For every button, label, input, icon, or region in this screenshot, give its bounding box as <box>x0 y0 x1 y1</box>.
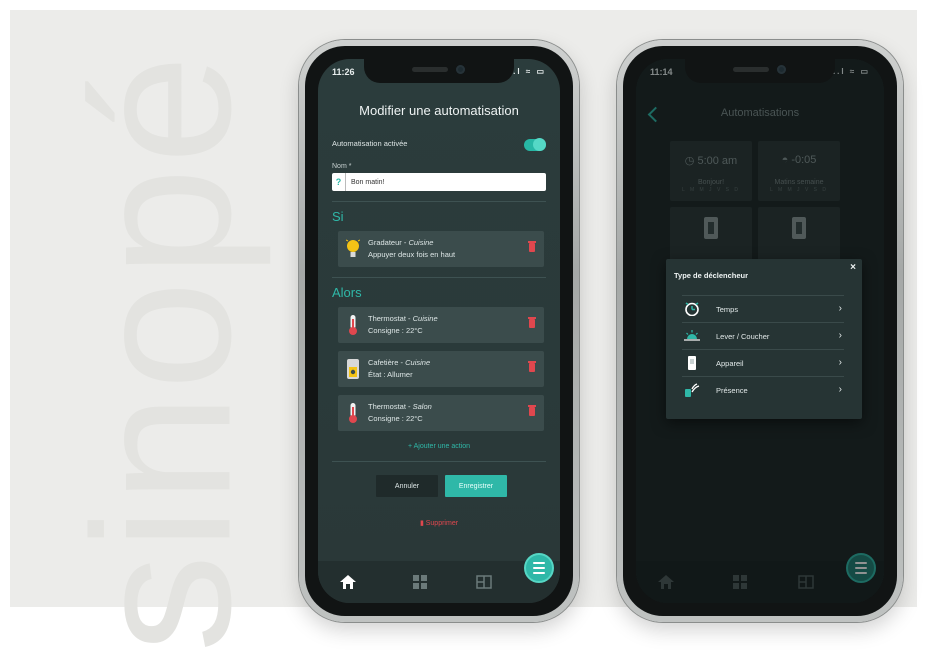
trash-icon[interactable] <box>528 317 536 328</box>
trigger-title: Gradateur - Cuisine <box>368 238 434 247</box>
phone-bezel: 11:14 ..l ≈ ▭ Automatisations ◷ 5:00 am … <box>623 46 897 616</box>
trash-icon[interactable] <box>528 361 536 372</box>
name-label: Nom * <box>332 163 352 170</box>
option-label: Lever / Coucher <box>716 332 770 341</box>
enabled-row: Automatisation activée <box>332 138 546 153</box>
action-card[interactable]: Thermostat - Cuisine Consigne : 22°C <box>338 307 544 343</box>
help-icon[interactable]: ? <box>332 173 346 191</box>
option-label: Présence <box>716 386 748 395</box>
if-heading: Si <box>332 209 344 224</box>
action-title: Thermostat - Cuisine <box>368 314 438 323</box>
phone-edit-automation: 11:26 ..l ≈ ▭ Modifier une automatisatio… <box>299 40 579 622</box>
grid-icon[interactable] <box>412 575 428 589</box>
device-icon <box>688 356 696 370</box>
trash-icon: ▮ <box>419 520 424 527</box>
status-time: 11:26 <box>332 67 355 77</box>
chevron-right-icon: › <box>838 357 842 368</box>
presence-icon <box>685 383 700 397</box>
delete-automation-link[interactable]: ▮ Supprimer <box>318 519 560 527</box>
sunrise-icon <box>684 330 700 341</box>
trigger-detail: Appuyer deux fois en haut <box>368 250 456 259</box>
screen-edit-automation: 11:26 ..l ≈ ▭ Modifier une automatisatio… <box>318 59 560 603</box>
then-heading: Alors <box>332 285 362 300</box>
enabled-toggle[interactable] <box>524 138 546 151</box>
action-detail: État : Allumer <box>368 370 413 379</box>
thermometer-icon <box>349 315 357 335</box>
option-sunrise-sunset[interactable]: Lever / Coucher › <box>682 322 844 348</box>
trash-icon[interactable] <box>528 405 536 416</box>
add-action-link[interactable]: + Ajouter une action <box>318 443 560 450</box>
tab-bar <box>318 553 560 603</box>
chevron-right-icon: › <box>838 303 842 314</box>
option-label: Appareil <box>716 359 744 368</box>
action-card[interactable]: Thermostat - Salon Consigne : 22°C <box>338 395 544 431</box>
trash-icon[interactable] <box>528 241 536 252</box>
chevron-right-icon: › <box>838 330 842 341</box>
option-time[interactable]: Temps › <box>682 295 844 321</box>
enabled-label: Automatisation activée <box>332 139 408 148</box>
dialog-title: Type de déclencheur <box>674 271 749 280</box>
menu-button[interactable] <box>524 553 554 583</box>
trigger-type-dialog: Type de déclencheur × Temps › Lever / Co… <box>666 259 862 419</box>
action-detail: Consigne : 22°C <box>368 414 423 423</box>
divider <box>332 461 546 462</box>
notch <box>685 59 835 83</box>
option-presence[interactable]: Présence › <box>682 376 844 402</box>
action-title: Thermostat - Salon <box>368 402 432 411</box>
clock-icon <box>685 302 699 316</box>
name-value: Bon matin! <box>351 178 385 186</box>
phone-automations: 11:14 ..l ≈ ▭ Automatisations ◷ 5:00 am … <box>617 40 903 622</box>
page-title: Modifier une automatisation <box>359 103 519 118</box>
option-device[interactable]: Appareil › <box>682 349 844 375</box>
action-card[interactable]: Cafetière - Cuisine État : Allumer <box>338 351 544 387</box>
thermometer-icon <box>349 403 357 423</box>
home-icon[interactable] <box>340 575 356 589</box>
background-canvas: sinopé 11:26 ..l ≈ ▭ Modifier une automa… <box>10 10 917 653</box>
screen-automations: 11:14 ..l ≈ ▭ Automatisations ◷ 5:00 am … <box>636 59 884 603</box>
action-title: Cafetière - Cuisine <box>368 358 431 367</box>
divider <box>332 201 546 202</box>
cancel-button[interactable]: Annuler <box>376 475 438 497</box>
plug-icon <box>347 359 359 379</box>
trigger-card[interactable]: Gradateur - Cuisine Appuyer deux fois en… <box>338 231 544 267</box>
rooms-icon[interactable] <box>476 575 492 589</box>
status-icons: ..l ≈ ▭ <box>508 67 546 76</box>
phone-bezel: 11:26 ..l ≈ ▭ Modifier une automatisatio… <box>305 46 573 616</box>
action-detail: Consigne : 22°C <box>368 326 423 335</box>
chevron-right-icon: › <box>838 384 842 395</box>
divider <box>332 277 546 278</box>
notch <box>364 59 514 83</box>
close-icon[interactable]: × <box>850 262 856 273</box>
bulb-icon <box>346 239 360 257</box>
save-button[interactable]: Enregistrer <box>445 475 507 497</box>
brand-watermark: sinopé <box>52 50 272 653</box>
name-field[interactable]: ? Bon matin! <box>332 173 546 191</box>
option-label: Temps <box>716 305 739 314</box>
